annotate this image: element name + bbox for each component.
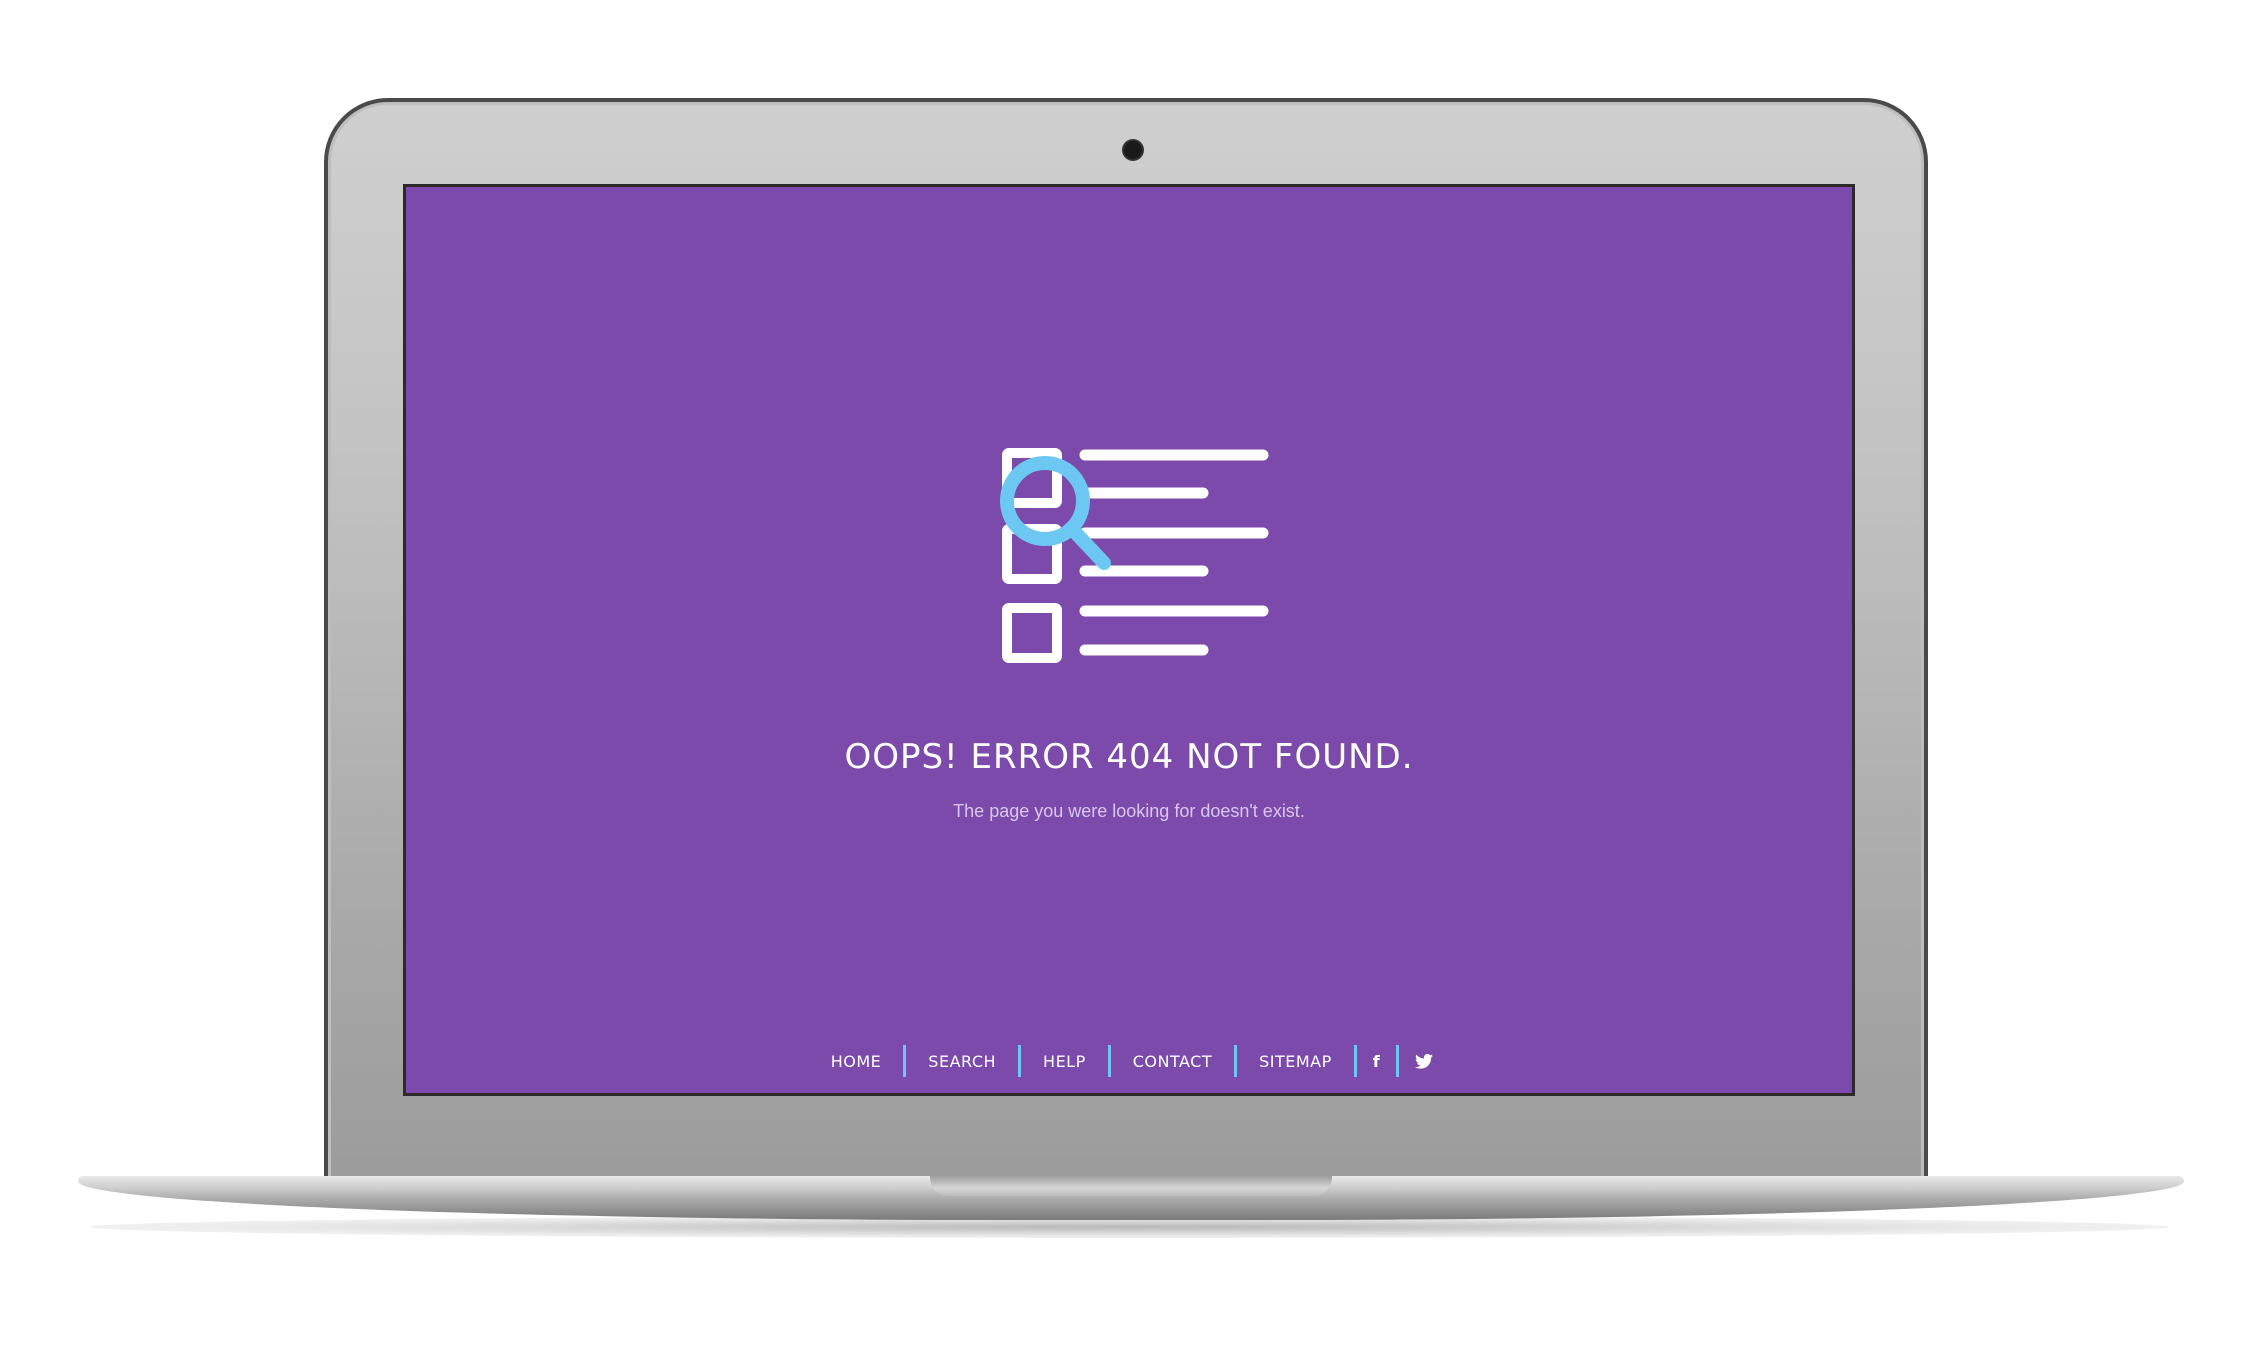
error-message: The page you were looking for doesn't ex… [953,801,1305,821]
document-search-icon [1000,448,1269,663]
nav-sitemap-link[interactable]: SITEMAP [1237,1045,1354,1077]
laptop-mockup: OOPS! ERROR 404 NOT FOUND. The page you … [0,0,2251,1358]
nav-home-link[interactable]: HOME [809,1045,904,1077]
camera-icon [1124,141,1142,159]
laptop-screen: OOPS! ERROR 404 NOT FOUND. The page you … [403,184,1855,1096]
facebook-icon[interactable]: f [1357,1045,1396,1077]
nav-search-link[interactable]: SEARCH [906,1045,1018,1077]
laptop-notch [930,1176,1332,1196]
footer-nav: HOME SEARCH HELP CONTACT SITEMAP f [406,1045,1852,1077]
checkbox-shape-3 [1002,603,1062,663]
nav-contact-link[interactable]: CONTACT [1111,1045,1234,1077]
error-title: OOPS! ERROR 404 NOT FOUND. [844,737,1414,777]
twitter-icon[interactable] [1399,1045,1449,1077]
nav-help-link[interactable]: HELP [1021,1045,1108,1077]
facebook-glyph: f [1372,1051,1381,1071]
twitter-glyph [1415,1053,1434,1069]
